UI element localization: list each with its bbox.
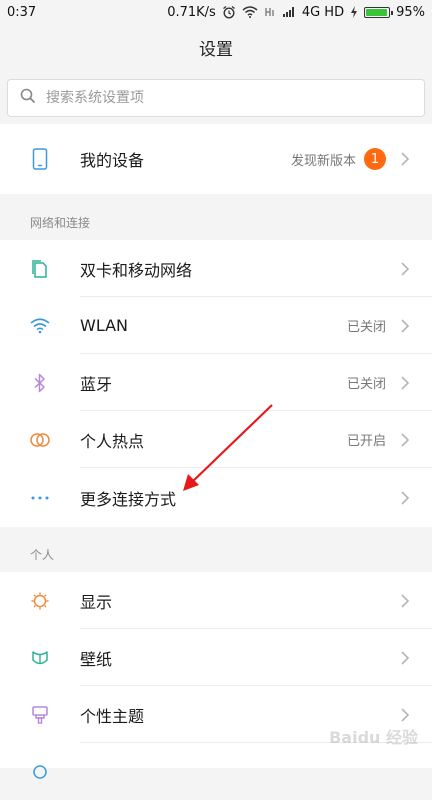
charging-icon (350, 6, 358, 18)
signal-icon (282, 6, 296, 18)
hotspot-label: 个人热点 (80, 431, 145, 451)
battery-icon (364, 6, 394, 18)
sidebar-item-display[interactable]: 显示 (0, 572, 432, 629)
search-bar[interactable] (7, 79, 425, 117)
sim-status-icon (264, 6, 276, 18)
sidebar-item-wallpaper[interactable]: 壁纸 (0, 629, 432, 686)
display-brightness-icon (29, 590, 51, 612)
sim-card-icon (29, 258, 51, 280)
network-group: 双卡和移动网络 WLAN 已关闭 蓝牙 已关闭 个人热点 已开启 更多连接方式 (0, 240, 432, 527)
status-bar: 0:37 0.71K/s 4G HD 95% (0, 0, 432, 24)
chevron-right-icon (401, 375, 410, 390)
chevron-right-icon (401, 490, 410, 505)
watermark-logo: Baidu 经验 (329, 728, 418, 747)
display-label: 显示 (80, 592, 113, 612)
battery-percent: 95% (396, 4, 425, 20)
chevron-right-icon (401, 650, 410, 665)
sidebar-item-dual-sim[interactable]: 双卡和移动网络 (0, 240, 432, 297)
chevron-right-icon (401, 432, 410, 447)
search-icon (20, 88, 36, 108)
network-speed: 0.71K/s (167, 4, 216, 20)
bluetooth-icon (29, 372, 51, 394)
chevron-right-icon (401, 152, 410, 166)
wlan-status: 已关闭 (346, 320, 386, 335)
section-header-personal: 个人 (30, 548, 55, 562)
more-connections-label: 更多连接方式 (80, 489, 177, 509)
bluetooth-label: 蓝牙 (80, 374, 113, 394)
hotspot-status: 已开启 (346, 434, 386, 449)
bluetooth-status: 已关闭 (346, 377, 386, 392)
more-dots-icon (29, 487, 51, 509)
new-version-status: 发现新版本 (290, 153, 356, 169)
wallpaper-icon (29, 647, 51, 669)
chevron-right-icon (401, 261, 410, 276)
sidebar-item-partial-next[interactable] (0, 743, 432, 800)
network-type: 4G HD (301, 4, 345, 20)
wifi-status-icon (242, 6, 258, 18)
wlan-label: WLAN (80, 316, 129, 335)
page-title: 设置 (199, 39, 233, 60)
update-badge: 1 (364, 148, 386, 170)
my-device-item[interactable]: 我的设备 发现新版本 1 (0, 130, 432, 188)
sidebar-item-more-connections[interactable]: 更多连接方式 (0, 468, 432, 527)
hotspot-icon (29, 429, 51, 451)
sidebar-item-hotspot[interactable]: 个人热点 已开启 (0, 411, 432, 468)
my-device-group: 我的设备 发现新版本 1 (0, 124, 432, 194)
chevron-right-icon (401, 707, 410, 722)
phone-icon (29, 148, 51, 170)
section-header-network: 网络和连接 (30, 216, 91, 230)
chevron-right-icon (401, 318, 410, 333)
search-input[interactable] (44, 89, 408, 107)
sidebar-item-wlan[interactable]: WLAN 已关闭 (0, 297, 432, 354)
chevron-right-icon (401, 593, 410, 608)
sidebar-item-bluetooth[interactable]: 蓝牙 已关闭 (0, 354, 432, 411)
theme-label: 个性主题 (80, 706, 145, 726)
partial-row-icon (29, 761, 51, 783)
wifi-icon (29, 315, 51, 337)
alarm-icon (222, 5, 236, 19)
status-time: 0:37 (7, 4, 37, 20)
my-device-label: 我的设备 (80, 151, 145, 170)
theme-brush-icon (29, 704, 51, 726)
wallpaper-label: 壁纸 (80, 649, 113, 669)
dual-sim-label: 双卡和移动网络 (80, 260, 193, 280)
